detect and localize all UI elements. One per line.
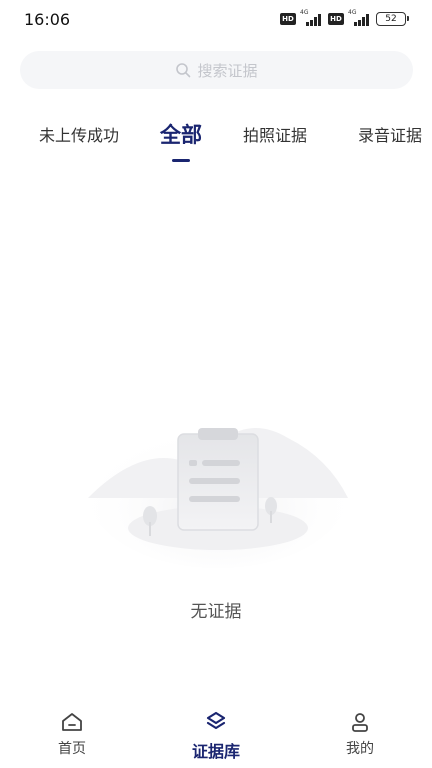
status-indicators: HD 4G HD 4G 52: [280, 9, 409, 29]
tab-upload-failed[interactable]: 未上传成功: [39, 112, 119, 156]
hd-badge-sim2: HD: [328, 13, 344, 25]
nav-item-mine[interactable]: 我的: [315, 710, 405, 758]
search-icon: [176, 63, 191, 78]
search-bar[interactable]: 搜索证据: [20, 51, 413, 89]
nav-item-home[interactable]: 首页: [27, 710, 117, 758]
signal-icon-sim1: 4G: [300, 9, 324, 28]
home-icon: [62, 713, 82, 731]
search-placeholder: 搜索证据: [197, 61, 258, 80]
nav-label-home: 首页: [58, 741, 86, 757]
tab-active-indicator: [172, 159, 190, 162]
nav-label-evidence-library: 证据库: [191, 742, 240, 761]
battery-icon: 52: [376, 12, 409, 26]
tab-audio-evidence[interactable]: 录音证据: [358, 112, 422, 156]
tab-photo-evidence[interactable]: 拍照证据: [243, 112, 307, 156]
tab-all[interactable]: 全部: [160, 112, 202, 156]
status-time: 16:06: [24, 10, 71, 29]
empty-clipboard-illustration: [88, 418, 348, 568]
status-bar: 16:06 HD 4G HD 4G 52: [0, 0, 432, 38]
nav-item-evidence-library[interactable]: 证据库: [171, 710, 261, 762]
battery-level: 52: [385, 14, 397, 24]
signal-icon-sim2: 4G: [348, 9, 372, 28]
tab-bar: 未上传成功 全部 拍照证据 录音证据: [0, 112, 432, 168]
layers-icon: [206, 711, 226, 730]
user-icon: [352, 713, 368, 732]
empty-state-message: 无证据: [190, 602, 242, 622]
hd-badge-sim1: HD: [280, 13, 296, 25]
bottom-nav: 首页 证据库 我的: [0, 704, 432, 768]
nav-label-mine: 我的: [346, 741, 374, 757]
